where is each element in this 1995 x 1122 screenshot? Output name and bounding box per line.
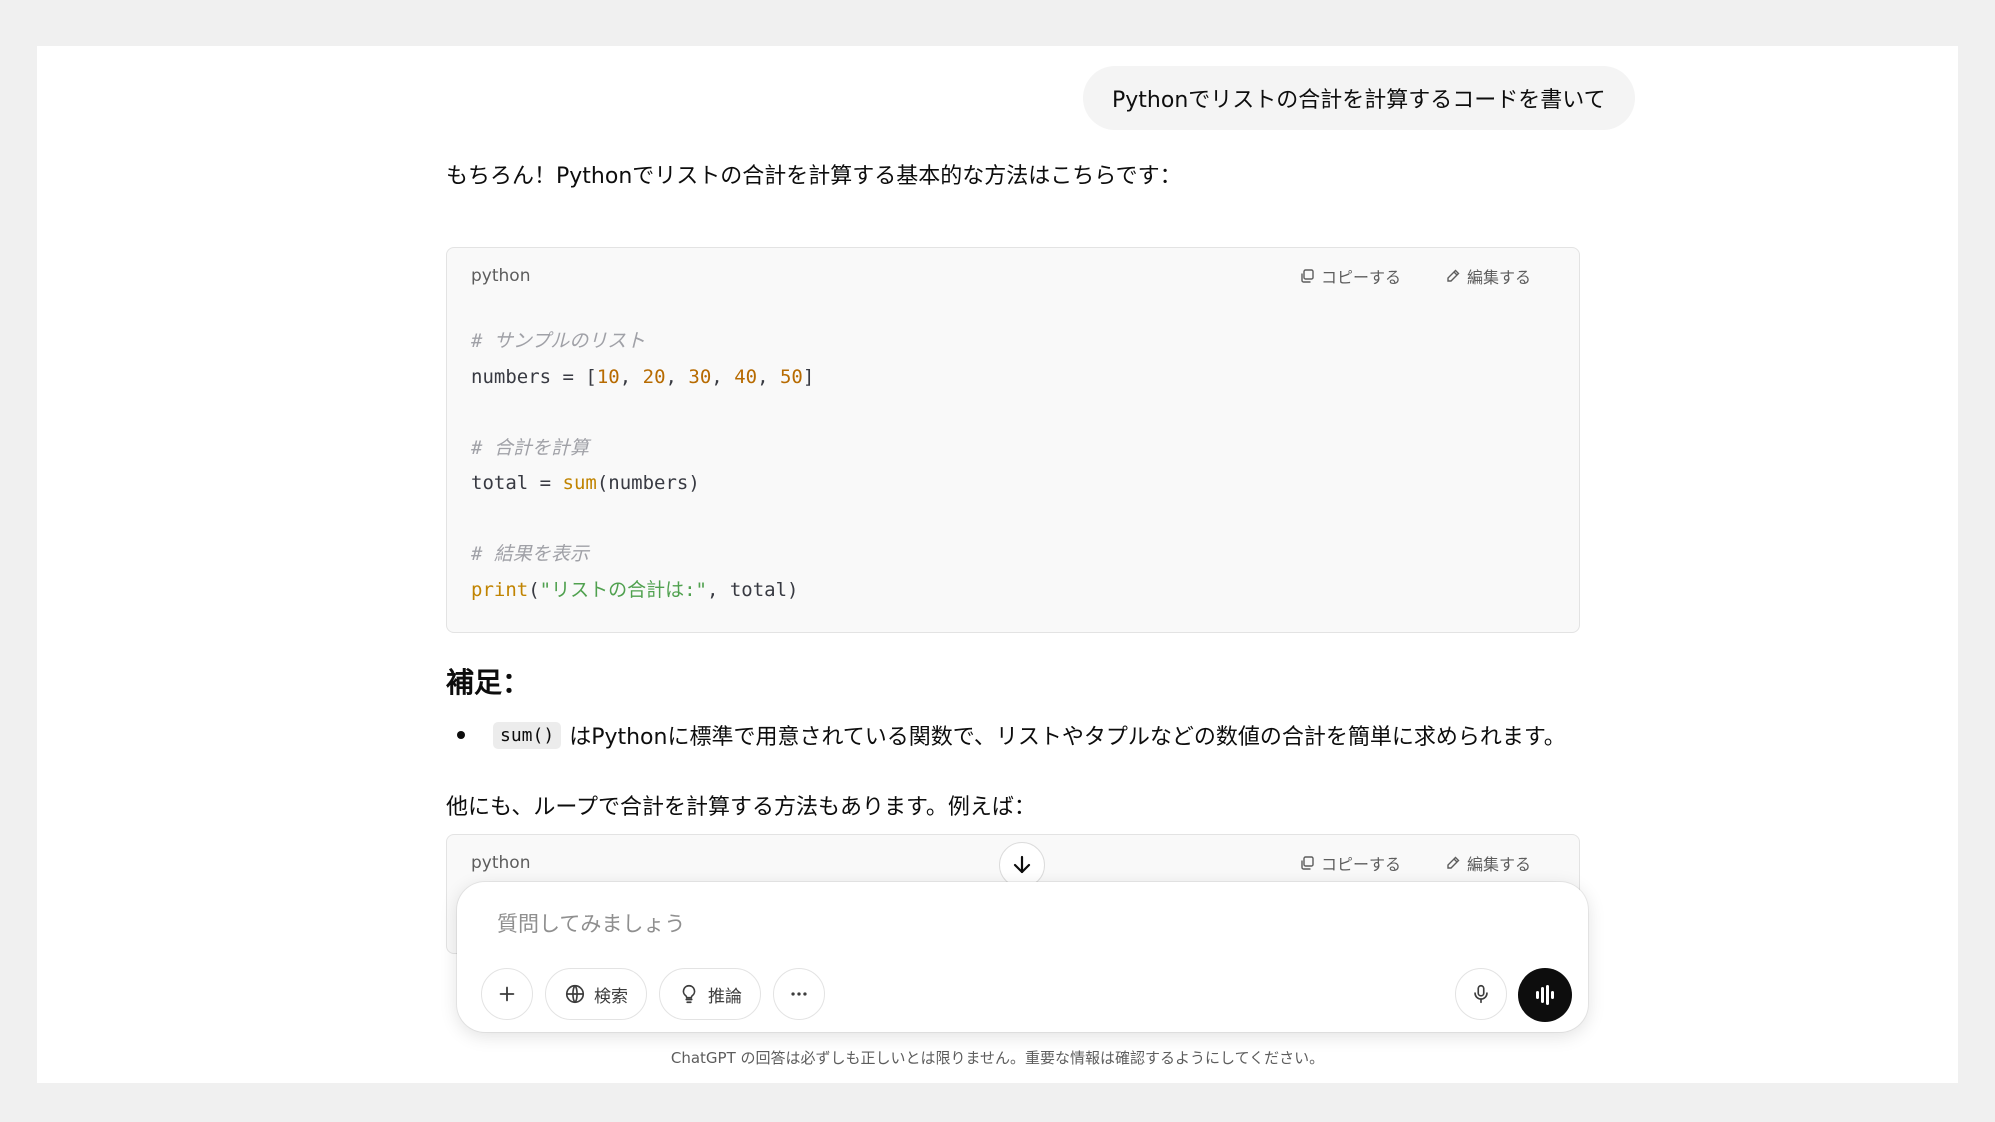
edit-icon bbox=[1447, 856, 1460, 869]
ellipsis-icon bbox=[791, 992, 807, 996]
more-tools-button[interactable] bbox=[773, 968, 825, 1020]
inline-code: sum() bbox=[493, 721, 562, 749]
code-line: total = sum(numbers) bbox=[471, 472, 700, 494]
edit-icon bbox=[1447, 269, 1460, 282]
code-line: numbers = [10, 20, 30, 40, 50] bbox=[471, 365, 815, 388]
code-line: # 結果を表示 bbox=[471, 543, 589, 565]
edit-label: 編集する bbox=[1466, 855, 1531, 874]
search-button[interactable]: 検索 bbox=[545, 968, 647, 1020]
attach-button[interactable] bbox=[481, 968, 533, 1020]
copy-icon bbox=[1301, 856, 1314, 870]
other-methods-text: 他にも、ループで合計を計算する方法もあります。例えば： bbox=[446, 795, 1036, 820]
assistant-intro: もちろん！Pythonでリストの合計を計算する基本的な方法はこちらです： bbox=[446, 164, 1182, 189]
copy-label: コピーする bbox=[1320, 855, 1401, 874]
reason-label: 推論 bbox=[708, 986, 742, 1007]
search-label: 検索 bbox=[594, 986, 628, 1007]
chat-window: Pythonでリストの合計を計算するコードを書いて もちろん！Pythonでリス… bbox=[37, 46, 1958, 1083]
plus-icon bbox=[499, 986, 515, 1002]
copy-code-button[interactable]: コピーする bbox=[1299, 264, 1401, 288]
code-line: # 合計を計算 bbox=[471, 436, 589, 459]
voice-wave-icon bbox=[1536, 985, 1554, 1005]
copy-code-button[interactable]: コピーする bbox=[1299, 851, 1401, 875]
code-language-label: python bbox=[471, 853, 531, 873]
code-line: # サンプルのリスト bbox=[471, 330, 646, 352]
bullet-dot bbox=[457, 731, 465, 739]
user-message-bubble: Pythonでリストの合計を計算するコードを書いて bbox=[1083, 66, 1635, 130]
code-content: # サンプルのリスト numbers = [10, 20, 30, 40, 50… bbox=[447, 304, 1579, 622]
dictate-button[interactable] bbox=[1455, 968, 1507, 1020]
globe-icon bbox=[565, 984, 585, 1004]
code-block: python コピーする 編集する # サンプルのリスト numbers = [… bbox=[446, 247, 1580, 633]
lightbulb-icon bbox=[682, 984, 696, 1004]
supplement-heading: 補足： bbox=[446, 666, 531, 699]
code-header: python コピーする 編集する bbox=[447, 248, 1579, 304]
edit-label: 編集する bbox=[1466, 268, 1531, 287]
voice-mode-button[interactable] bbox=[1518, 968, 1572, 1022]
disclaimer-text: ChatGPT の回答は必ずしも正しいとは限りません。重要な情報は確認するように… bbox=[670, 1049, 1325, 1067]
code-language-label: python bbox=[471, 266, 531, 286]
reason-button[interactable]: 推論 bbox=[659, 968, 761, 1020]
user-message-text: Pythonでリストの合計を計算するコードを書いて bbox=[1112, 88, 1606, 113]
copy-icon bbox=[1301, 269, 1314, 283]
arrow-down-icon bbox=[1013, 855, 1031, 874]
code-line: print("リストの合計は:", total) bbox=[471, 578, 799, 601]
message-input[interactable] bbox=[497, 904, 1497, 944]
list-item: sum() はPythonに標準で用意されている関数で、リストやタプルなどの数値… bbox=[457, 719, 1566, 751]
edit-code-button[interactable]: 編集する bbox=[1445, 851, 1531, 875]
bullet-text: はPythonに標準で用意されている関数で、リストやタプルなどの数値の合計を簡単… bbox=[569, 725, 1566, 750]
composer: 検索 推論 bbox=[457, 882, 1588, 1032]
edit-code-button[interactable]: 編集する bbox=[1445, 264, 1531, 288]
copy-label: コピーする bbox=[1320, 268, 1401, 287]
mic-icon bbox=[1474, 984, 1488, 1004]
